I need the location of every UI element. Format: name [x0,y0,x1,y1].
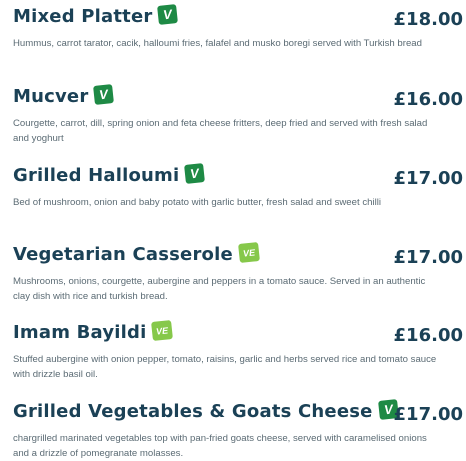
dish-price: £16.00 [393,89,463,110]
dish-price: £17.00 [393,168,463,189]
dish-name: Mucver [13,86,89,107]
dish-description: Stuffed aubergine with onion pepper, tom… [13,354,437,380]
menu-item-imam-bayildi: Imam Bayildi VE £16.00 Stuffed aubergine… [13,320,463,382]
menu-item-grilled-vegetables-goats-cheese: Grilled Vegetables & Goats Cheese V £17.… [13,399,463,461]
dish-name: Vegetarian Casserole [13,244,233,265]
dish-name: Mixed Platter [13,6,153,27]
dish-price: £17.00 [393,404,463,425]
vegan-badge-icon: V [157,4,179,25]
dish-description: Bed of mushroom, onion and baby potato w… [13,197,381,208]
vegetarian-badge-icon: VE [151,320,174,341]
vegan-badge-icon: V [184,163,206,184]
vegan-badge-icon: V [93,84,115,105]
dish-name: Grilled Halloumi [13,165,180,186]
dish-price: £17.00 [393,247,463,268]
menu-item-grilled-halloumi: Grilled Halloumi V £17.00 Bed of mushroo… [13,163,463,210]
dish-price: £16.00 [393,325,463,346]
dish-description: chargrilled marinated vegetables top wit… [13,433,427,459]
dish-price: £18.00 [393,9,463,30]
dish-description: Mushrooms, onions, courgette, aubergine … [13,276,426,302]
menu-item-mixed-platter: Mixed Platter V £18.00 Hummus, carrot ta… [13,4,463,51]
vegetarian-badge-icon: VE [237,242,260,263]
menu-item-mucver: Mucver V £16.00 Courgette, carrot, dill,… [13,84,463,146]
dish-description: Courgette, carrot, dill, spring onion an… [13,118,428,144]
dish-description: Hummus, carrot tarator, cacik, halloumi … [13,38,422,49]
dish-name: Imam Bayildi [13,322,147,343]
menu-item-vegetarian-casserole: Vegetarian Casserole VE £17.00 Mushrooms… [13,242,463,304]
dish-name: Grilled Vegetables & Goats Cheese [13,401,373,422]
